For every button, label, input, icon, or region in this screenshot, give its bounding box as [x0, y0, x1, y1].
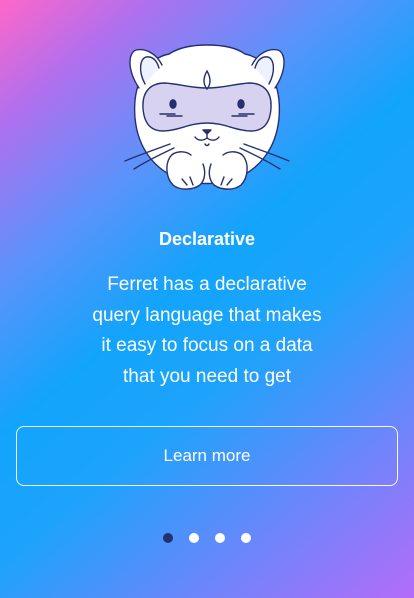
description-line: that you need to get [123, 365, 291, 387]
page-dot-1[interactable] [163, 533, 173, 543]
onboarding-screen: Declarative Ferret has a declarative que… [0, 0, 414, 598]
description-line: it easy to focus on a data [101, 335, 313, 356]
page-indicator [0, 533, 414, 545]
page-dot-3[interactable] [215, 533, 225, 543]
description-line: query language that makes [92, 304, 322, 326]
slide-title: Declarative [158, 229, 256, 249]
description-line: Ferret has a declarative [107, 274, 307, 295]
page-dot-2[interactable] [189, 533, 199, 543]
slide-description: Ferret has a declarative query language … [72, 270, 342, 392]
page-dot-4[interactable] [241, 533, 251, 543]
ferret-mascot-icon [124, 44, 290, 190]
learn-more-button[interactable]: Learn more [16, 426, 398, 486]
